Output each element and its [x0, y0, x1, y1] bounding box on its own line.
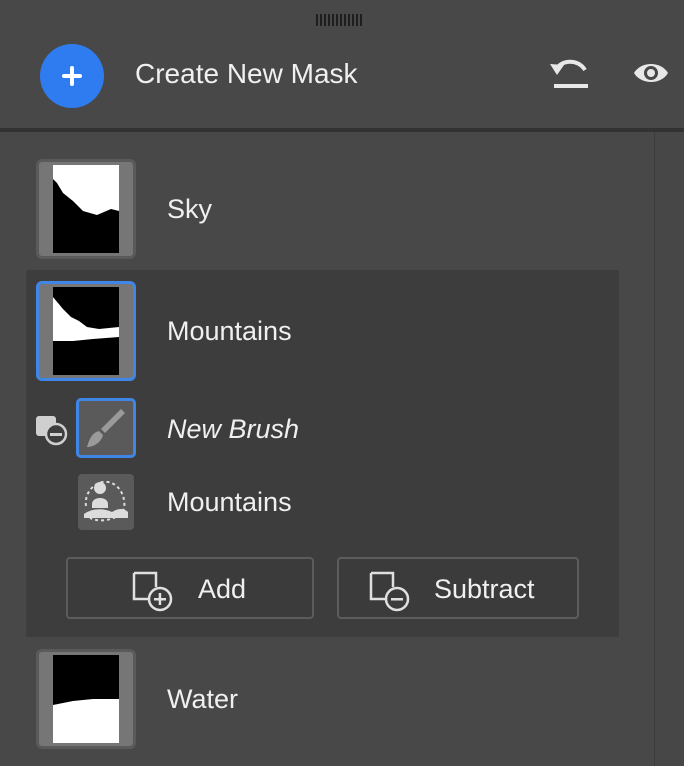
panel-header: Create New Mask — [0, 36, 684, 130]
mask-thumbnail-water[interactable] — [36, 649, 136, 749]
component-name-mountains[interactable]: Mountains — [167, 487, 292, 518]
subtract-button-label: Subtract — [434, 574, 535, 604]
create-new-mask-button[interactable] — [40, 44, 104, 108]
mask-preview — [53, 165, 119, 253]
mask-preview — [53, 287, 119, 375]
component-new-brush[interactable] — [76, 398, 136, 458]
component-select-subject[interactable] — [78, 474, 134, 530]
mask-preview — [53, 655, 119, 743]
add-button-label: Add — [198, 574, 247, 604]
mask-name-mountains[interactable]: Mountains — [167, 316, 292, 347]
overlay-toggle-icon[interactable] — [34, 414, 70, 448]
brush-icon — [87, 409, 125, 447]
select-subject-icon — [84, 480, 128, 522]
component-name-new-brush[interactable]: New Brush — [167, 414, 299, 445]
masks-panel: Create New Mask Sky Mountains New Brush … — [0, 0, 684, 766]
subtract-mask-icon — [369, 571, 410, 612]
undo-icon[interactable] — [548, 56, 592, 92]
scrollbar-track[interactable] — [654, 132, 684, 766]
eye-icon[interactable] — [632, 58, 670, 88]
mask-name-sky[interactable]: Sky — [167, 194, 212, 225]
header-divider — [0, 128, 684, 132]
subtract-button[interactable]: Subtract — [337, 557, 579, 619]
mask-thumbnail-sky[interactable] — [36, 159, 136, 259]
mask-thumbnail-mountains[interactable] — [36, 281, 136, 381]
mask-name-water[interactable]: Water — [167, 684, 238, 715]
panel-drag-handle[interactable] — [316, 14, 366, 26]
create-new-mask-label[interactable]: Create New Mask — [135, 58, 358, 90]
add-button[interactable]: Add — [66, 557, 314, 619]
add-mask-icon — [132, 571, 173, 612]
